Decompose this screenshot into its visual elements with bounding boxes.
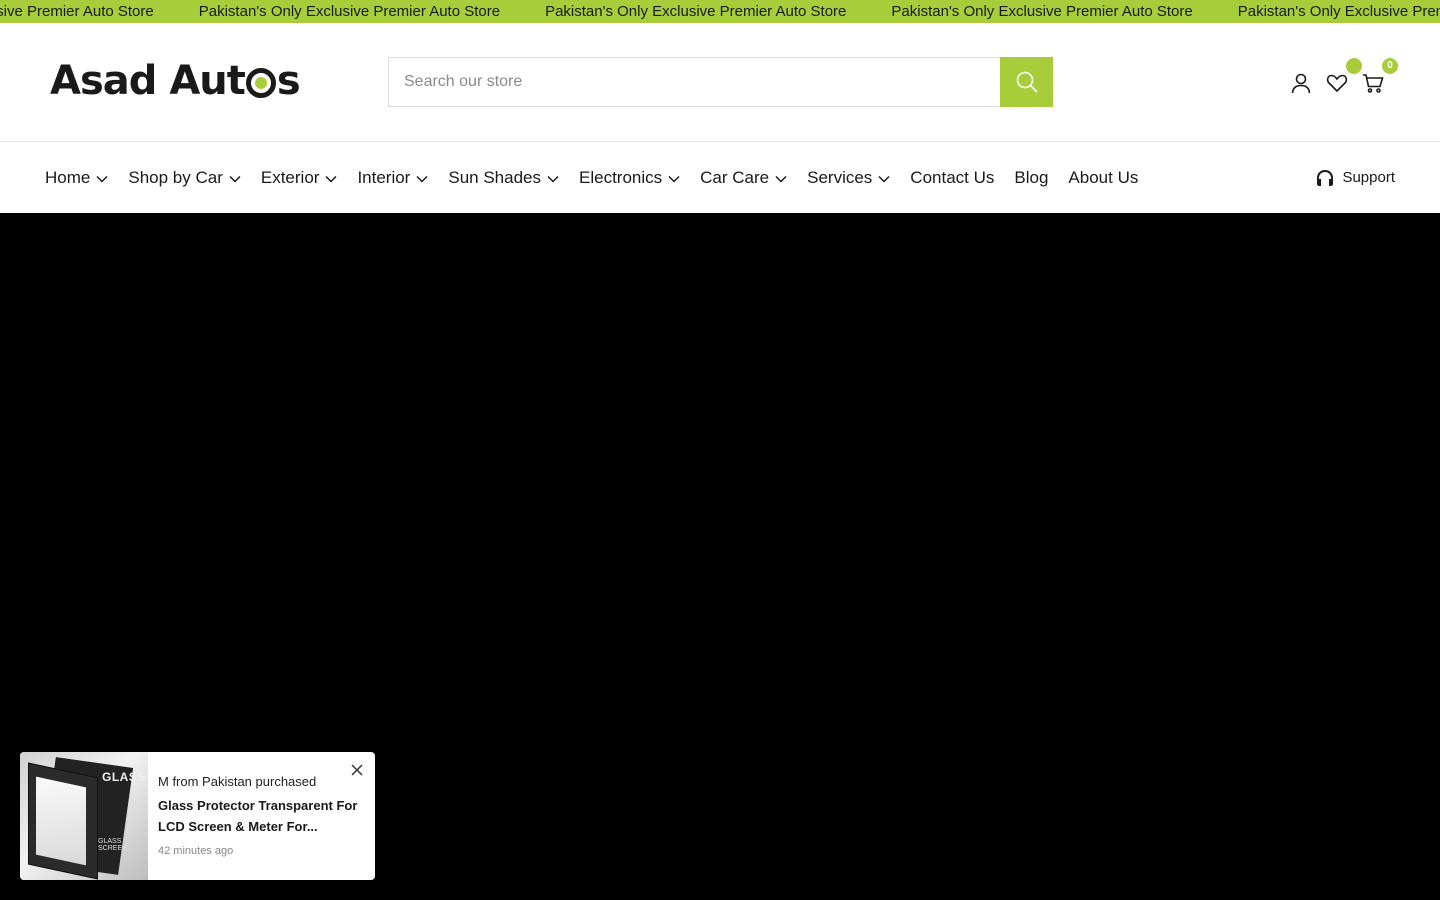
main-nav: Home Shop by Car Exterior Interior Sun S… [0, 142, 1440, 213]
announcement-text: Pakistan's Only Exclusive Premier Auto S… [1237, 3, 1440, 20]
chevron-down-icon [416, 175, 428, 183]
nav-item-label: Services [807, 167, 873, 187]
chevron-down-icon [878, 175, 890, 183]
logo-wheel-icon [245, 67, 276, 98]
chevron-down-icon [775, 175, 787, 183]
site-logo[interactable]: Asad Aut s [50, 57, 301, 104]
chevron-down-icon [668, 175, 680, 183]
purchase-notification[interactable]: GLASS GLASS SCREEN M from Pakistan purch… [20, 752, 375, 880]
nav-item-label: About Us [1068, 167, 1139, 187]
announcement-bar: clusive Premier Auto Store Pakistan's On… [0, 0, 1440, 23]
notification-product-link[interactable]: Glass Protector Transparent For LCD Scre… [158, 795, 358, 837]
nav-item-interior[interactable]: Interior [357, 168, 428, 188]
announcement-text: Pakistan's Only Exclusive Premier Auto S… [198, 3, 501, 20]
account-button[interactable] [1288, 70, 1314, 96]
nav-item-home[interactable]: Home [45, 168, 108, 188]
site-header: Asad Aut s 0 [0, 23, 1440, 142]
nav-item-label: Electronics [579, 167, 663, 187]
search-icon [1016, 71, 1038, 93]
nav-item-exterior[interactable]: Exterior [261, 168, 338, 188]
heart-icon [1326, 74, 1348, 93]
nav-item-label: Contact Us [910, 167, 995, 187]
nav-item-label: Exterior [260, 167, 320, 187]
nav-item-about-us[interactable]: About Us [1068, 168, 1138, 188]
product-image-sublabel: GLASS SCREEN [98, 838, 128, 852]
search-button[interactable] [1000, 57, 1053, 107]
chevron-down-icon [547, 175, 559, 183]
chevron-down-icon [229, 175, 241, 183]
support-label: Support [1342, 169, 1395, 186]
nav-item-label: Sun Shades [448, 167, 541, 187]
logo-text: Asad Aut [50, 57, 246, 104]
nav-item-services[interactable]: Services [807, 168, 890, 188]
notification-buyer: M from Pakistan purchased [158, 774, 317, 789]
announcement-text: clusive Premier Auto Store [0, 3, 154, 20]
user-icon [1291, 73, 1311, 94]
logo-text-end: s [276, 57, 301, 104]
chevron-down-icon [325, 175, 337, 183]
nav-item-label: Blog [1014, 167, 1049, 187]
nav-item-label: Interior [357, 167, 411, 187]
nav-item-sun-shades[interactable]: Sun Shades [448, 168, 559, 188]
nav-item-label: Shop by Car [128, 167, 223, 187]
support-link[interactable]: Support [1316, 142, 1395, 213]
announcement-text: Pakistan's Only Exclusive Premier Auto S… [545, 3, 847, 20]
cart-button[interactable]: 0 [1360, 58, 1398, 96]
nav-item-label: Car Care [700, 167, 770, 187]
nav-item-contact-us[interactable]: Contact Us [910, 168, 994, 188]
nav-item-label: Home [45, 167, 91, 187]
header-icons: 0 [1288, 58, 1398, 97]
nav-item-shop-by-car[interactable]: Shop by Car [128, 168, 241, 188]
notification-content: M from Pakistan purchased Glass Protecto… [158, 774, 358, 857]
product-thumbnail[interactable]: GLASS GLASS SCREEN [20, 752, 148, 880]
close-icon [351, 764, 363, 776]
product-screen [36, 776, 86, 866]
nav-item-electronics[interactable]: Electronics [579, 168, 680, 188]
search-bar [388, 57, 1053, 107]
close-button[interactable] [349, 762, 365, 778]
chevron-down-icon [96, 175, 108, 183]
search-input[interactable] [389, 58, 1001, 106]
nav-item-car-care[interactable]: Car Care [700, 168, 787, 188]
announcement-text: Pakistan's Only Exclusive Premier Auto S… [891, 3, 1193, 20]
wishlist-button[interactable] [1324, 58, 1362, 96]
cart-icon [1363, 74, 1384, 93]
nav-item-blog[interactable]: Blog [1014, 168, 1048, 188]
product-image-label: GLASS [102, 770, 146, 784]
notification-time: 42 minutes ago [158, 845, 234, 857]
headset-icon [1317, 169, 1334, 186]
cart-count-badge: 0 [1382, 58, 1398, 74]
